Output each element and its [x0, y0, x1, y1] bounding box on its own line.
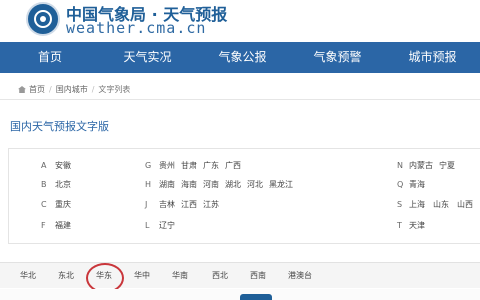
breadcrumb-separator: /	[49, 85, 52, 94]
highlight-mark	[240, 294, 272, 300]
index-letter: J	[145, 200, 148, 209]
index-letter: B	[41, 180, 47, 189]
province-link[interactable]: 吉林	[159, 198, 175, 212]
tab-hk-macao-taiwan[interactable]: 港澳台	[288, 263, 312, 289]
tab-southwest[interactable]: 西南	[250, 263, 266, 289]
nav-item-bulletin[interactable]: 气象公报	[195, 42, 290, 73]
breadcrumb-separator: /	[91, 85, 95, 94]
tab-northwest[interactable]: 西北	[212, 263, 228, 289]
province-link[interactable]: 黑龙江	[269, 178, 293, 192]
page-title: 国内天气预报文字版	[10, 120, 109, 133]
index-letter: G	[145, 161, 152, 170]
province-row: A 安徽 G 贵州 甘肃 广东 广西 N 内蒙古 宁夏	[9, 159, 479, 173]
logo-dot	[40, 16, 46, 22]
province-link[interactable]: 贵州	[159, 159, 175, 173]
province-link[interactable]: 湖南	[159, 178, 175, 192]
site-header: 中国气象局 · 天气预报 weather.cma.cn	[0, 0, 480, 42]
province-link[interactable]: 广东	[203, 159, 219, 173]
index-letter: N	[397, 161, 403, 170]
index-letter: T	[397, 221, 402, 230]
breadcrumb-home[interactable]: 首页	[29, 85, 45, 94]
index-letter: C	[41, 200, 47, 209]
index-letter: Q	[397, 180, 404, 189]
index-letter: S	[397, 200, 403, 209]
breadcrumb-current: 文字列表	[98, 85, 131, 94]
province-link[interactable]: 江苏	[203, 198, 219, 212]
province-link[interactable]: 广西	[225, 159, 241, 173]
tab-south-china[interactable]: 华南	[172, 263, 188, 289]
province-link[interactable]: 上海	[409, 198, 425, 212]
nav-item-warning[interactable]: 气象预警	[290, 42, 385, 73]
index-letter: F	[41, 221, 46, 230]
province-link[interactable]: 河南	[203, 178, 219, 192]
province-link[interactable]: 青海	[409, 178, 425, 192]
province-link[interactable]: 重庆	[55, 198, 71, 212]
main-nav: 首页 天气实况 气象公报 气象预警 城市预报	[0, 42, 480, 73]
breadcrumb: 首页 / 国内城市 / 文字列表	[0, 80, 480, 100]
nav-item-live-weather[interactable]: 天气实况	[100, 42, 195, 73]
province-link[interactable]: 山西	[457, 198, 473, 212]
tab-north-china[interactable]: 华北	[20, 263, 36, 289]
index-letter: A	[41, 161, 47, 170]
province-link[interactable]: 宁夏	[439, 159, 455, 173]
province-index: A 安徽 G 贵州 甘肃 广东 广西 N 内蒙古 宁夏 B 北京 H 湖南 海南…	[8, 148, 480, 244]
province-link[interactable]: 甘肃	[181, 159, 197, 173]
home-icon	[18, 86, 26, 93]
tab-northeast[interactable]: 东北	[58, 263, 74, 289]
province-row: C 重庆 J 吉林 江西 江苏 S 上海 山东 山西	[9, 198, 479, 212]
region-tab-bar: 华北 东北 华东 华中 华南 西北 西南 港澳台	[0, 262, 480, 288]
tab-central-china[interactable]: 华中	[134, 263, 150, 289]
nav-item-city-forecast[interactable]: 城市预报	[385, 42, 480, 73]
province-link[interactable]: 江西	[181, 198, 197, 212]
province-link[interactable]: 山东	[433, 198, 449, 212]
province-link[interactable]: 湖北	[225, 178, 241, 192]
index-letter: H	[145, 180, 152, 189]
site-url[interactable]: weather.cma.cn	[66, 19, 206, 37]
province-link[interactable]: 北京	[55, 178, 71, 192]
province-link[interactable]: 内蒙古	[409, 159, 433, 173]
province-link[interactable]: 安徽	[55, 159, 71, 173]
province-link[interactable]: 天津	[409, 219, 425, 233]
breadcrumb-domestic-cities[interactable]: 国内城市	[56, 85, 88, 94]
index-letter: L	[145, 221, 150, 230]
province-link[interactable]: 辽宁	[159, 219, 175, 233]
province-row: F 福建 L 辽宁 T 天津	[9, 219, 479, 233]
province-link[interactable]: 海南	[181, 178, 197, 192]
province-row: B 北京 H 湖南 海南 河南 湖北 河北 黑龙江 Q 青海	[9, 178, 479, 192]
nav-item-home[interactable]: 首页	[0, 42, 100, 73]
cma-logo-icon[interactable]	[26, 2, 60, 36]
province-link[interactable]: 福建	[55, 219, 71, 233]
province-link[interactable]: 河北	[247, 178, 263, 192]
